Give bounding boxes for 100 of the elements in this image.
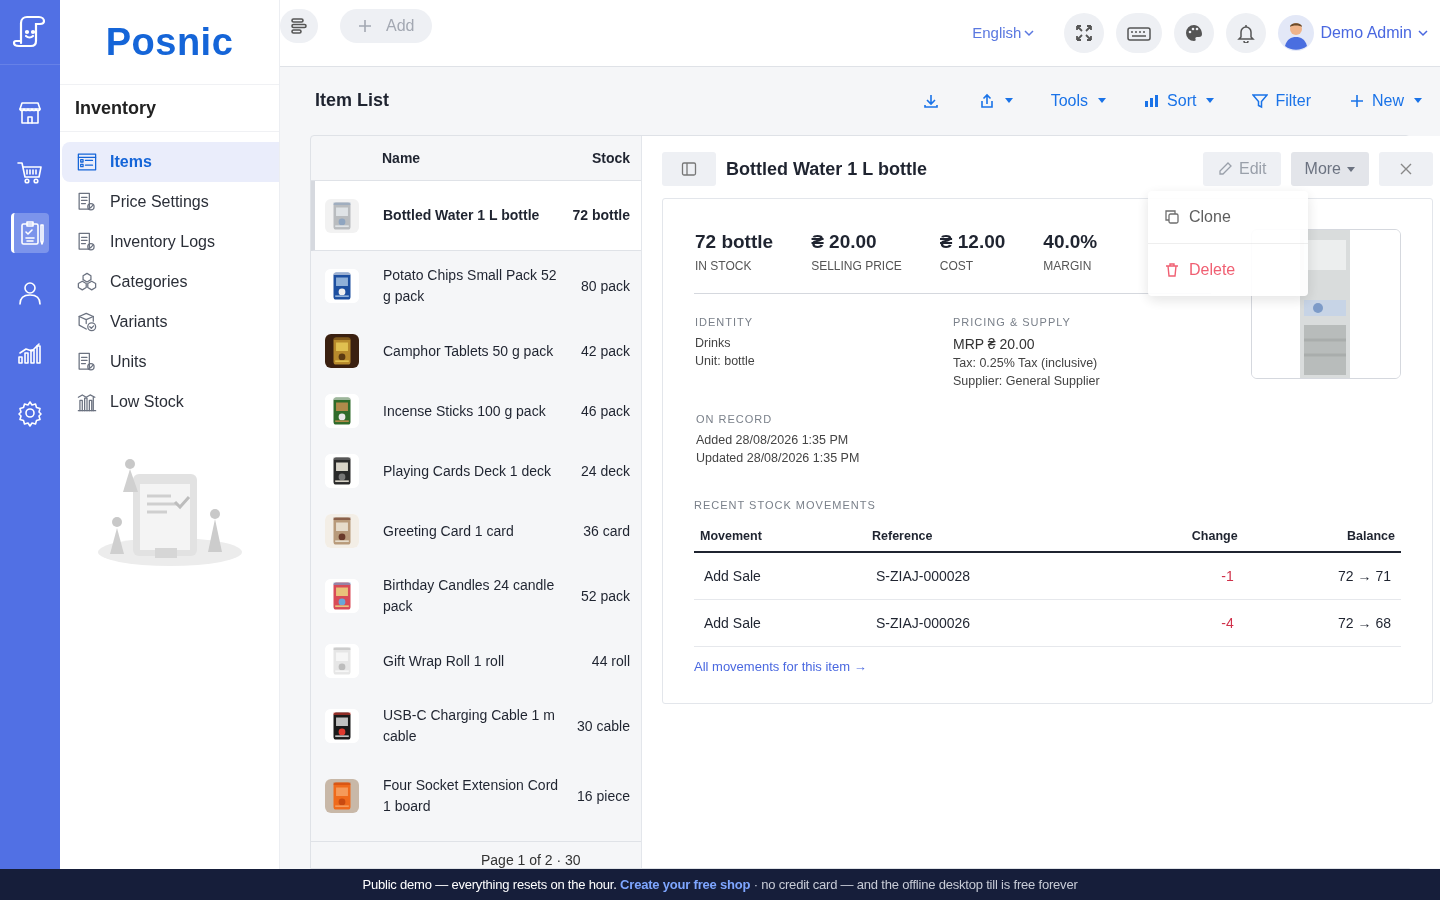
list-row[interactable]: Camphor Tablets 50 g pack 42 pack [311, 321, 641, 381]
signup-link[interactable]: Create your free shop [620, 877, 751, 892]
table-cell: Add Sale [694, 599, 866, 647]
trash-icon [1164, 262, 1180, 278]
item-title: Bottled Water 1 L bottle [726, 158, 928, 180]
table-cell: 72 → 68 [1237, 599, 1401, 647]
sidebar-item[interactable]: Low Stock [62, 382, 279, 422]
stock-quantity: 46 pack [579, 401, 630, 421]
item-name: Four Socket Extension Cord 1 board [383, 776, 560, 816]
list-row[interactable]: Bottled Water 1 L bottle 72 bottle [311, 181, 641, 251]
stock-quantity: 44 roll [590, 651, 630, 671]
bar-chart-icon [1144, 92, 1161, 109]
box-check-icon [76, 311, 98, 333]
user-icon [16, 279, 44, 307]
settings-icon [16, 399, 44, 427]
keyboard-button[interactable] [1116, 12, 1163, 53]
language-selector[interactable]: English [966, 23, 1041, 43]
tools-button[interactable]: Tools [1050, 91, 1107, 110]
panel-toggle-button[interactable] [662, 152, 716, 186]
list-row[interactable]: USB-C Charging Cable 1 m cable 30 cable [311, 691, 641, 761]
more-button[interactable]: More [1290, 152, 1369, 186]
all-movements-link[interactable]: All movements for this item → [694, 659, 867, 674]
sidebar-item[interactable]: Inventory Logs [62, 222, 279, 262]
bar-chart-icon [76, 391, 98, 413]
stock-quantity: 16 piece [576, 786, 630, 806]
caret-icon [1098, 98, 1107, 104]
filter-button[interactable]: Filter [1252, 91, 1311, 110]
stock-quantity: 72 bottle [571, 206, 630, 225]
sidebar-icon [681, 161, 697, 177]
stock-quantity: 30 cable [576, 716, 630, 736]
sidebar-item[interactable]: Price Settings [62, 182, 279, 222]
sidebar-item[interactable]: Categories [62, 262, 279, 302]
cart-icon [16, 159, 44, 187]
column-header: Reference [866, 523, 1122, 552]
item-name: Incense Sticks 100 g pack [383, 401, 547, 421]
list-row[interactable]: Gift Wrap Roll 1 roll 44 roll [311, 631, 641, 691]
column-header: Movement [694, 523, 866, 552]
expand-icon [1074, 22, 1095, 43]
stock-quantity: 36 card [582, 521, 630, 541]
rail-button[interactable] [11, 213, 49, 253]
logo-text: Posnic [105, 20, 234, 64]
detail-text: Supplier: General Supplier [953, 374, 1101, 388]
column-header: Stock [591, 150, 630, 166]
stat-value: ₴ 20.00 [811, 231, 878, 253]
column-header: Balance [1237, 523, 1401, 552]
stat-label: MARGIN [1043, 259, 1093, 273]
sort-button[interactable]: Sort [1144, 91, 1215, 110]
stat-label: COST [939, 259, 975, 273]
item-name: Playing Cards Deck 1 deck [383, 461, 553, 481]
chevron-down-icon [1418, 27, 1428, 38]
chevron-down-icon [1024, 27, 1035, 38]
caret-icon [1206, 98, 1215, 104]
stock-quantity: 24 deck [579, 461, 630, 481]
item-name: Greeting Card 1 card [383, 521, 515, 541]
menu-button[interactable] [280, 8, 318, 43]
item-name: Potato Chips Small Pack 52 g pack [383, 266, 558, 306]
detail-text: Updated 28/08/2026 1:35 PM [696, 451, 861, 465]
section-heading: IDENTITY [695, 316, 755, 328]
download-button[interactable] [922, 92, 939, 109]
avatar-icon [1278, 14, 1315, 51]
cubes-icon [76, 271, 98, 293]
caret-icon [1414, 98, 1422, 104]
stat-value: 72 bottle [695, 231, 774, 253]
list-row[interactable]: Four Socket Extension Cord 1 board 16 piece [311, 761, 641, 831]
menu-icon [289, 15, 309, 36]
table-cell: -1 [1121, 552, 1238, 600]
stat-value: ₴ 12.00 [939, 231, 1006, 253]
list-row[interactable]: Incense Sticks 100 g pack 46 pack [311, 381, 641, 441]
section-heading: ON RECORD [696, 413, 774, 425]
store-icon [16, 99, 44, 127]
list-row[interactable]: Birthday Candles 24 candle pack 52 pack [311, 561, 641, 631]
demo-notice: Public demo — everything resets on the hour. Create your free shop · no credit card — and the offline desktop till is free forever [362, 877, 1078, 892]
list-row[interactable]: Potato Chips Small Pack 52 g pack 80 pack [311, 251, 641, 321]
sidebar-item[interactable]: Variants [62, 302, 279, 342]
section-heading: PRICING & SUPPLY [953, 316, 1072, 328]
menu-item[interactable]: Clone [1148, 191, 1308, 244]
copy-icon [1164, 209, 1180, 225]
item-name: Bottled Water 1 L bottle [383, 206, 541, 225]
share-button[interactable] [978, 92, 1013, 109]
list-row[interactable]: Playing Cards Deck 1 deck 24 deck [311, 441, 641, 501]
detail-text: Added 28/08/2026 1:35 PM [696, 433, 850, 447]
table-cell: S-ZIAJ-000028 [866, 552, 1122, 600]
download-icon [922, 92, 939, 109]
share-icon [978, 92, 995, 109]
column-header: Change [1121, 523, 1238, 552]
item-name: Gift Wrap Roll 1 roll [383, 651, 506, 671]
stock-quantity: 80 pack [579, 276, 630, 296]
sidebar-item[interactable]: Units [62, 342, 279, 382]
list-row[interactable]: Greeting Card 1 card 36 card [311, 501, 641, 561]
table-cell: Add Sale [694, 552, 866, 600]
plus-icon [1349, 92, 1365, 109]
sidebar-item[interactable]: Items [62, 142, 279, 182]
page-title: Item List [315, 90, 390, 112]
new-button[interactable]: New [1349, 91, 1422, 110]
detail-text: MRP ₴ 20.00 [953, 336, 1036, 352]
user-menu[interactable]: Demo Admin [1278, 14, 1428, 51]
detail-text: Unit: bottle [695, 354, 756, 368]
stat-value: 40.0% [1043, 231, 1098, 253]
item-name: Camphor Tablets 50 g pack [383, 341, 555, 361]
plus-icon [358, 18, 372, 33]
